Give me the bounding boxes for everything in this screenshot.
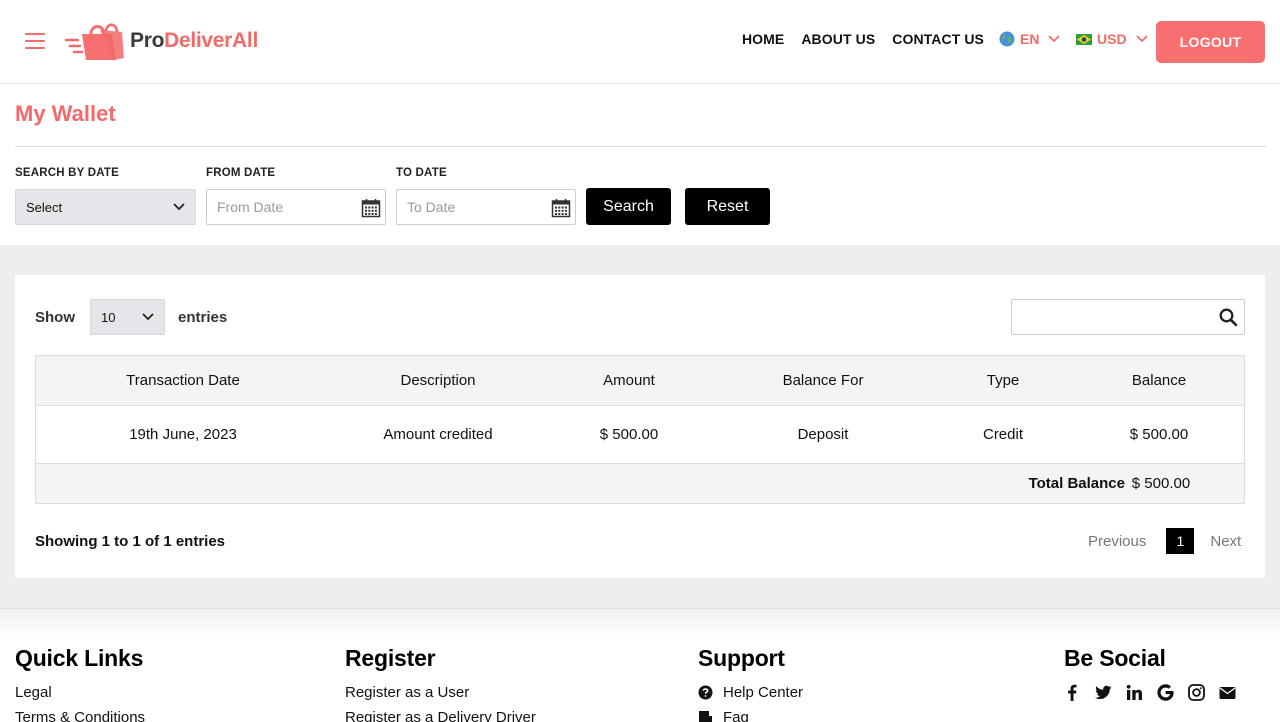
table-search-input[interactable]: [1012, 300, 1207, 334]
next-page-button[interactable]: Next: [1210, 533, 1241, 550]
search-by-date-value: Select: [26, 199, 63, 215]
reset-button[interactable]: Reset: [685, 188, 770, 225]
chevron-down-icon: [1048, 35, 1061, 43]
footer-support: Support Help Center Faq: [698, 645, 803, 722]
entries-label: entries: [178, 309, 228, 326]
question-circle-icon: [698, 685, 713, 700]
description-cell: Amount credited: [331, 405, 545, 464]
globe-icon: [999, 31, 1015, 47]
twitter-icon[interactable]: [1095, 684, 1112, 701]
currency-selector[interactable]: USD: [1076, 31, 1148, 47]
balance-for-cell: Deposit: [713, 405, 933, 464]
from-date-input[interactable]: [207, 190, 347, 224]
calendar-icon[interactable]: [361, 198, 381, 218]
from-date-label: FROM DATE: [206, 167, 276, 179]
pagination: Previous 1 Next: [1088, 528, 1241, 554]
from-date-field: [206, 189, 386, 225]
transaction-date-cell: 19th June, 2023: [35, 405, 331, 464]
logo[interactable]: ProDeliverAll: [64, 20, 258, 62]
logout-button[interactable]: LOGOUT: [1156, 21, 1265, 63]
search-icon[interactable]: [1219, 308, 1238, 327]
shopping-bag-logo-icon: [64, 23, 124, 60]
language-value: EN: [1020, 31, 1040, 47]
footer-link-register-user[interactable]: Register as a User: [345, 684, 536, 701]
table-header-row: Transaction Date Description Amount Bala…: [35, 355, 1245, 406]
nav-about-us[interactable]: ABOUT US: [801, 31, 875, 47]
column-header[interactable]: Description: [331, 355, 545, 406]
chevron-down-icon: [1135, 35, 1148, 43]
footer-heading: Support: [698, 645, 785, 671]
show-label: Show: [35, 309, 75, 326]
to-date-label: TO DATE: [396, 167, 447, 179]
wallet-table: Transaction Date Description Amount Bala…: [35, 355, 1245, 504]
language-selector[interactable]: EN: [999, 31, 1061, 47]
google-icon[interactable]: [1157, 684, 1174, 701]
footer-link-register-driver[interactable]: Register as a Delivery Driver: [345, 709, 536, 722]
header: ProDeliverAll HOME ABOUT US CONTACT US E…: [0, 0, 1280, 84]
footer-heading: Quick Links: [15, 645, 144, 671]
search-button[interactable]: Search: [586, 188, 671, 225]
instagram-icon[interactable]: [1188, 684, 1205, 701]
balance-cell: $ 500.00: [1073, 405, 1245, 464]
page-title: My Wallet: [15, 101, 116, 126]
faq-label: Faq: [723, 709, 749, 722]
footer-heading: Register: [345, 645, 436, 671]
footer-social: Be Social: [1064, 645, 1236, 701]
column-header[interactable]: Balance For: [713, 355, 933, 406]
chevron-down-icon: [142, 313, 154, 321]
column-header[interactable]: Transaction Date: [35, 355, 331, 406]
nav-contact-us[interactable]: CONTACT US: [892, 31, 984, 47]
footer-link-help-center[interactable]: Help Center: [698, 684, 803, 701]
footer-register: Register Register as a User Register as …: [345, 645, 536, 722]
logo-text: ProDeliverAll: [130, 29, 258, 52]
page-button-1[interactable]: 1: [1166, 528, 1195, 554]
main-nav: HOME ABOUT US CONTACT US: [742, 31, 984, 47]
previous-page-button[interactable]: Previous: [1088, 533, 1146, 550]
email-icon[interactable]: [1219, 684, 1236, 701]
to-date-input[interactable]: [397, 190, 537, 224]
entries-per-page-select[interactable]: 10: [90, 299, 165, 335]
footer-link-terms[interactable]: Terms & Conditions: [15, 709, 145, 722]
footer-link-faq[interactable]: Faq: [698, 709, 803, 722]
calendar-icon[interactable]: [551, 198, 571, 218]
help-center-label: Help Center: [723, 684, 804, 701]
linkedin-icon[interactable]: [1126, 684, 1143, 701]
search-by-date-select[interactable]: Select: [15, 189, 196, 225]
footer-link-legal[interactable]: Legal: [15, 684, 145, 701]
total-row: Total Balance $ 500.00: [35, 463, 1245, 504]
footer-heading: Be Social: [1064, 645, 1166, 671]
total-balance-label: Total Balance: [933, 463, 1125, 504]
nav-home[interactable]: HOME: [742, 31, 784, 47]
divider: [15, 146, 1266, 147]
search-by-date-label: SEARCH BY DATE: [15, 167, 119, 179]
table-row: 19th June, 2023 Amount credited $ 500.00…: [35, 405, 1245, 464]
amount-cell: $ 500.00: [545, 405, 713, 464]
column-header[interactable]: Amount: [545, 355, 713, 406]
currency-value: USD: [1097, 31, 1127, 47]
to-date-field: [396, 189, 576, 225]
pagination-info: Showing 1 to 1 of 1 entries: [35, 533, 226, 550]
table-search: [1011, 299, 1245, 335]
faq-icon: [699, 711, 712, 722]
column-header[interactable]: Type: [933, 355, 1073, 406]
column-header[interactable]: Balance: [1073, 355, 1245, 406]
flag-icon: [1076, 33, 1092, 45]
entries-per-page-value: 10: [101, 309, 116, 325]
facebook-icon[interactable]: [1064, 684, 1081, 701]
menu-icon[interactable]: [25, 33, 45, 49]
footer-quick-links: Quick Links Legal Terms & Conditions: [15, 645, 145, 722]
chevron-down-icon: [173, 203, 185, 211]
social-icons: [1064, 684, 1236, 701]
type-cell: Credit: [933, 405, 1073, 464]
